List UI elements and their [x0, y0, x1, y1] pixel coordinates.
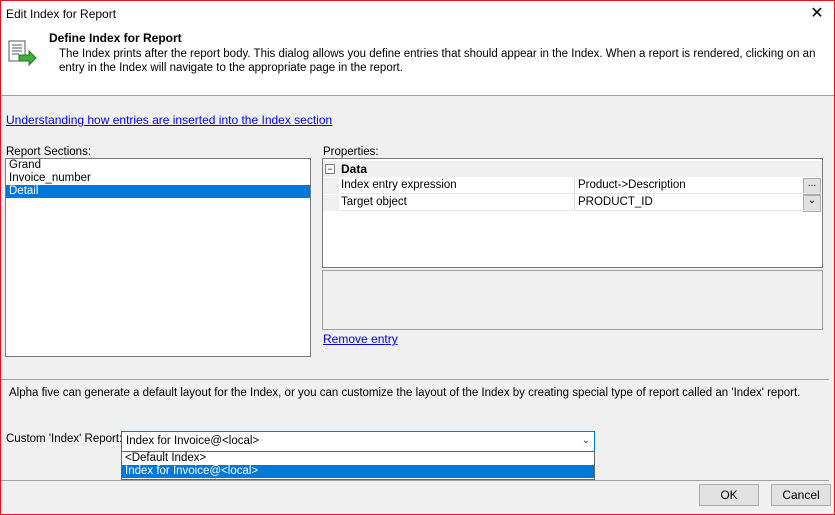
chevron-down-icon[interactable]: ⌄	[582, 435, 590, 446]
separator	[1, 379, 829, 380]
custom-index-dropdown-list[interactable]: <Default Index> Index for Invoice@<local…	[121, 451, 595, 480]
property-name: Index entry expression	[341, 179, 457, 191]
help-link[interactable]: Understanding how entries are inserted i…	[6, 113, 332, 127]
dropdown-option-selected[interactable]: Index for Invoice@<local>	[122, 465, 594, 478]
properties-label: Properties:	[323, 146, 379, 158]
report-sections-list[interactable]: Grand Invoice_number Detail	[5, 158, 311, 357]
header-description: The Index prints after the report body. …	[59, 48, 816, 74]
property-grid[interactable]: − Data Index entry expression Product->D…	[322, 158, 823, 268]
row-gutter	[323, 195, 339, 211]
title-bar: Edit Index for Report ✕	[1, 1, 834, 29]
separator	[1, 480, 829, 481]
report-sections-label: Report Sections:	[6, 146, 92, 158]
header-title: Define Index for Report	[49, 31, 182, 45]
dialog-header: Define Index for Report The Index prints…	[1, 29, 834, 96]
property-description-box	[322, 270, 823, 330]
dropdown-option[interactable]: <Default Index>	[122, 452, 594, 465]
window-title: Edit Index for Report	[6, 7, 117, 21]
property-row[interactable]: Index entry expression Product->Descript…	[323, 178, 822, 195]
row-divider	[339, 210, 822, 211]
info-text: Alpha five can generate a default layout…	[9, 387, 801, 399]
combo-value: Index for Invoice@<local>	[126, 435, 260, 447]
row-gutter	[323, 178, 339, 194]
list-item-selected[interactable]: Detail	[6, 185, 310, 198]
list-item[interactable]: Invoice_number	[6, 172, 310, 185]
property-name: Target object	[341, 196, 407, 208]
collapse-icon[interactable]: −	[325, 164, 335, 174]
index-arrow-icon	[8, 40, 37, 67]
cancel-button[interactable]: Cancel	[771, 484, 831, 506]
category-label: Data	[341, 162, 368, 176]
property-row[interactable]: Target object PRODUCT_ID ⌄	[323, 195, 822, 212]
custom-index-combo[interactable]: Index for Invoice@<local> ⌄	[121, 431, 595, 452]
property-category[interactable]: − Data	[323, 161, 822, 177]
list-item[interactable]: Grand	[6, 159, 310, 172]
custom-index-label: Custom 'Index' Report:	[6, 433, 123, 445]
close-icon[interactable]: ✕	[806, 3, 828, 25]
remove-entry-link[interactable]: Remove entry	[323, 332, 398, 346]
dialog-window: Edit Index for Report ✕ Define Index for…	[0, 0, 835, 515]
column-divider	[574, 178, 575, 194]
row-divider	[339, 193, 822, 194]
property-value[interactable]: PRODUCT_ID	[578, 196, 653, 208]
column-divider	[574, 195, 575, 211]
ok-button[interactable]: OK	[699, 484, 759, 506]
property-value[interactable]: Product->Description	[578, 179, 686, 191]
